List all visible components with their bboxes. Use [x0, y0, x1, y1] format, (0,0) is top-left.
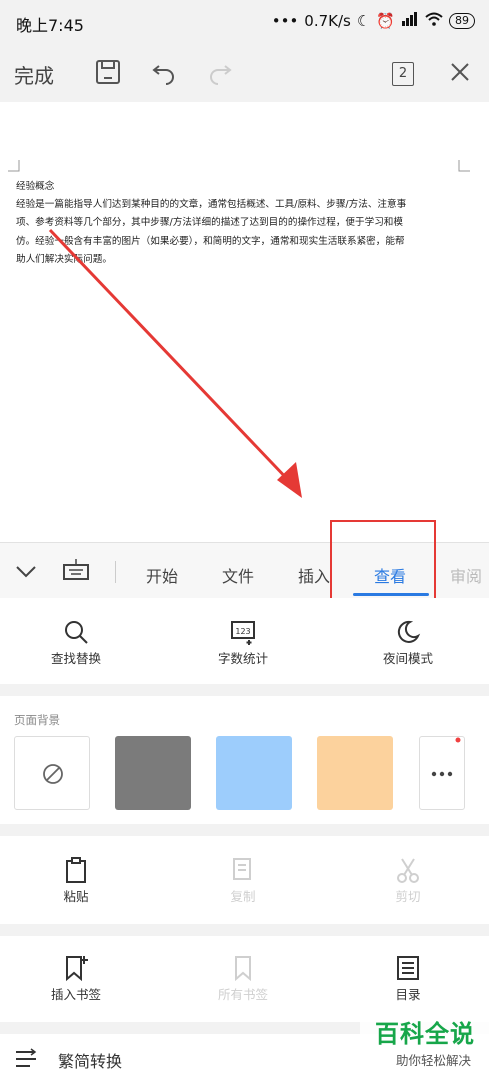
more-swatches-button[interactable]: [419, 736, 465, 810]
all-bookmarks-label: 所有书签: [217, 987, 268, 1002]
watermark-logo: 百科全说: [375, 1020, 475, 1048]
copy-icon: [233, 858, 251, 880]
toc-icon: [397, 956, 419, 980]
convert-icon: [16, 1048, 37, 1067]
clipboard-card: 粘贴 复制 剪切: [0, 836, 489, 924]
insert-bookmark-label: 插入书签: [50, 987, 101, 1002]
find-replace-button[interactable]: 查找替换: [21, 618, 131, 667]
word-count-icon: 123: [231, 621, 255, 645]
moon-icon: [397, 620, 421, 643]
keyboard-icon[interactable]: [62, 557, 90, 587]
convert-label: 繁简转换: [58, 1052, 123, 1071]
cut-button[interactable]: 剪切: [353, 856, 463, 905]
paste-label: 粘贴: [63, 889, 89, 904]
watermark-subtitle: 助你轻松解决: [395, 1053, 471, 1068]
bookmark-add-icon: [66, 956, 88, 982]
tab-insert[interactable]: 插入: [298, 563, 330, 587]
swatch-blue[interactable]: [216, 736, 292, 810]
swatch-gray[interactable]: [115, 736, 191, 810]
find-replace-label: 查找替换: [50, 651, 101, 666]
all-bookmarks-button[interactable]: 所有书签: [188, 954, 298, 1003]
tab-divider: [115, 561, 116, 583]
copy-button[interactable]: 复制: [188, 856, 298, 905]
collapse-chevron-icon[interactable]: [14, 559, 38, 587]
swatch-orange[interactable]: [317, 736, 393, 810]
clipboard-icon: [66, 857, 86, 883]
svg-text:123: 123: [235, 627, 250, 636]
night-mode-button[interactable]: 夜间模式: [353, 618, 463, 667]
word-count-button[interactable]: 123 字数统计: [188, 618, 298, 667]
insert-bookmark-button[interactable]: 插入书签: [21, 954, 131, 1003]
search-icon: [65, 621, 88, 644]
word-count-label: 字数统计: [217, 651, 268, 666]
cut-label: 剪切: [395, 889, 421, 904]
swatch-none[interactable]: [14, 736, 90, 810]
tab-start[interactable]: 开始: [146, 563, 178, 587]
more-icon: [431, 737, 461, 777]
night-mode-label: 夜间模式: [382, 651, 433, 666]
tab-file[interactable]: 文件: [222, 563, 254, 587]
scissors-icon: [397, 858, 419, 883]
page-background-label: 页面背景: [14, 713, 60, 727]
bookmark-icon: [235, 956, 251, 982]
paste-button[interactable]: 粘贴: [21, 856, 131, 905]
view-tools-card: 查找替换 123 字数统计 夜间模式: [0, 598, 489, 684]
toc-label: 目录: [395, 987, 421, 1002]
tab-review[interactable]: 审阅: [450, 563, 482, 587]
copy-label: 复制: [230, 889, 256, 904]
toc-button[interactable]: 目录: [353, 954, 463, 1003]
no-background-icon: [43, 764, 63, 784]
